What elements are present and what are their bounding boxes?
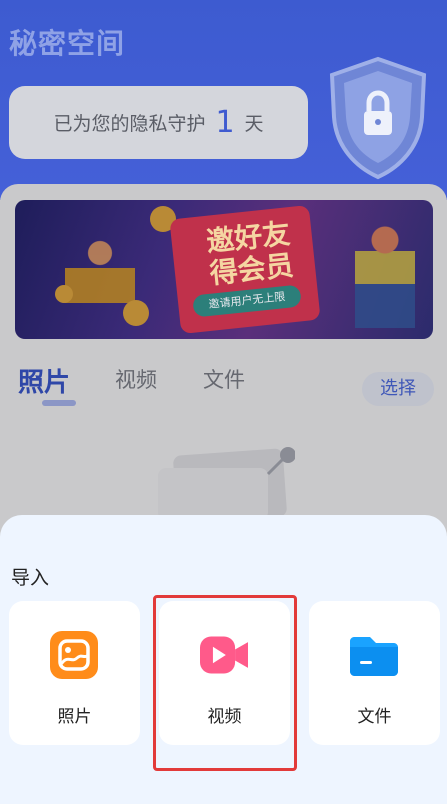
video-camera-icon: [200, 636, 248, 674]
import-videos-label: 视频: [207, 707, 242, 727]
import-bottom-sheet: 导入 照片 视频 文件: [0, 515, 447, 804]
import-videos-option[interactable]: 视频: [159, 601, 290, 745]
import-sheet-title: 导入: [11, 567, 50, 589]
import-files-option[interactable]: 文件: [309, 601, 440, 745]
import-photos-option[interactable]: 照片: [9, 601, 140, 745]
import-files-label: 文件: [357, 707, 392, 727]
folder-icon: [350, 637, 398, 676]
import-photos-label: 照片: [57, 707, 92, 727]
photo-gallery-icon: [50, 631, 98, 679]
